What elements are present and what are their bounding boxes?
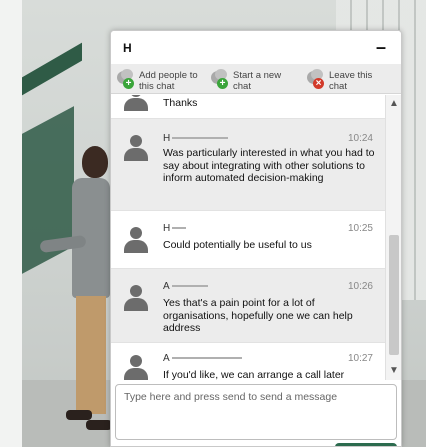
scroll-up-arrow-icon[interactable]: ▲ xyxy=(386,97,401,111)
start-new-chat-label: Start a new chat xyxy=(233,70,282,92)
leave-chat-label: Leave this chat xyxy=(329,70,373,92)
new-chat-icon: + xyxy=(211,69,231,91)
leave-chat-button[interactable]: × Leave this chat xyxy=(307,66,397,92)
avatar xyxy=(123,227,149,253)
chat-header: H – xyxy=(111,31,401,64)
message-time: 10:26 xyxy=(347,281,373,292)
message-text: Could potentially be useful to us xyxy=(163,239,312,251)
list-item: H 10:24 Was particularly interested in w… xyxy=(111,119,387,211)
message-time: 10:27 xyxy=(347,353,373,364)
minimize-button[interactable]: – xyxy=(371,35,391,59)
message-scrollbar[interactable]: ▲ ▼ xyxy=(385,95,401,380)
scroll-down-arrow-icon[interactable]: ▼ xyxy=(386,364,401,378)
send-button[interactable] xyxy=(335,443,397,446)
message-sender: H xyxy=(163,133,229,144)
start-new-chat-button[interactable]: + Start a new chat xyxy=(211,66,301,92)
list-item: A 10:26 Yes that's a pain point for a lo… xyxy=(111,269,387,343)
message-text: If you'd like, we can arrange a call lat… xyxy=(163,369,345,380)
add-people-icon: + xyxy=(117,69,137,91)
message-list: Thanks H 10:24 Was particularly interest… xyxy=(111,95,387,380)
message-text: Thanks xyxy=(163,97,198,109)
list-item: Thanks xyxy=(111,95,387,119)
avatar xyxy=(123,135,149,161)
message-text: Yes that's a pain point for a lot of org… xyxy=(163,297,353,334)
list-item: H 10:25 Could potentially be useful to u… xyxy=(111,211,387,269)
message-sender: A xyxy=(163,281,208,292)
message-input[interactable] xyxy=(115,384,397,440)
chat-toolbar: + Add people to this chat + Start a new … xyxy=(111,64,401,94)
add-people-button[interactable]: + Add people to this chat xyxy=(117,66,209,92)
chat-window: H – + Add people to this chat + Start a … xyxy=(110,30,402,447)
chat-title: H xyxy=(123,41,132,55)
message-time: 10:24 xyxy=(347,133,373,144)
avatar xyxy=(123,355,149,380)
leave-chat-icon: × xyxy=(307,69,327,91)
message-text: Was particularly interested in what you … xyxy=(163,147,375,184)
list-item: A 10:27 If you'd like, we can arrange a … xyxy=(111,343,387,380)
avatar xyxy=(123,95,149,111)
page-margin xyxy=(0,0,22,447)
avatar xyxy=(123,285,149,311)
message-sender: A xyxy=(163,353,242,364)
scroll-thumb[interactable] xyxy=(389,235,399,355)
message-sender: H xyxy=(163,223,187,234)
add-people-label: Add people to this chat xyxy=(139,70,198,92)
message-time: 10:25 xyxy=(347,223,373,234)
